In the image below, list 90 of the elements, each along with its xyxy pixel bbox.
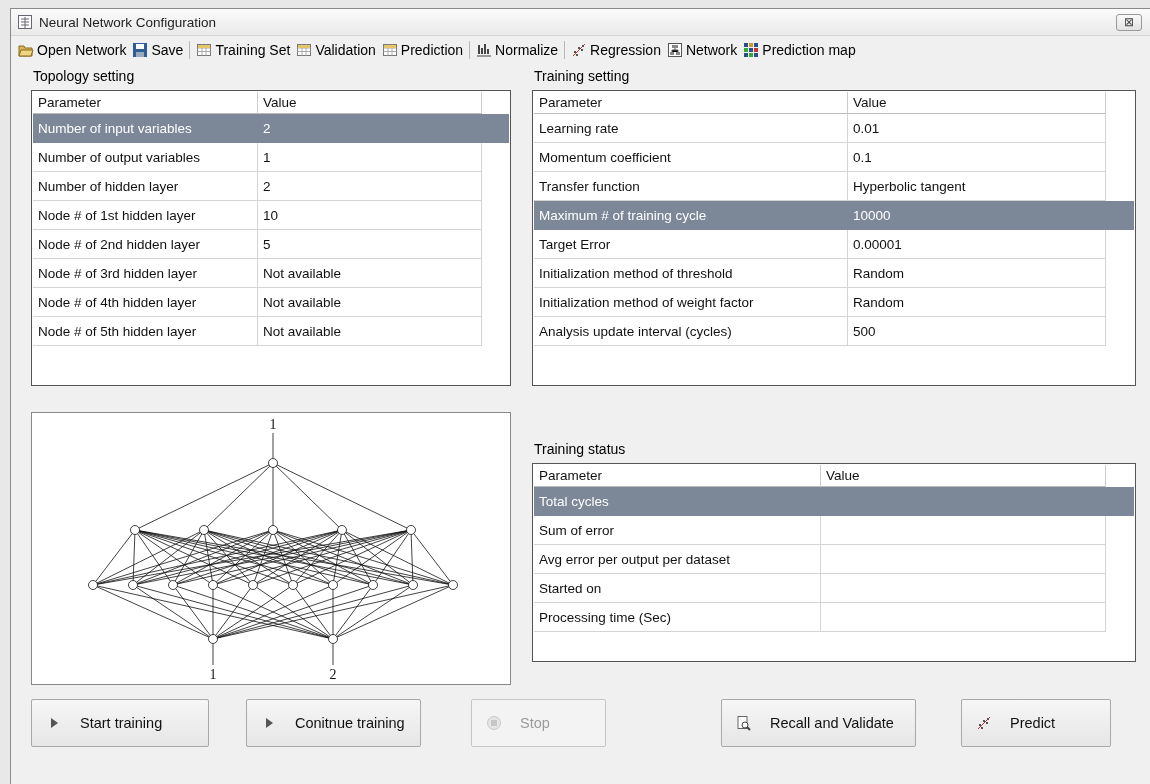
toolbar-button[interactable]: Open Network bbox=[15, 40, 130, 60]
table-cell: Random bbox=[848, 288, 1106, 317]
toolbar-button[interactable]: Normalize bbox=[473, 40, 562, 60]
table-cell: Node # of 5th hidden layer bbox=[33, 317, 258, 346]
table-cell: Maximum # of training cycle bbox=[534, 201, 848, 230]
node-label: 1 bbox=[269, 417, 277, 432]
magnifier-icon bbox=[736, 715, 752, 731]
grid-icon bbox=[381, 42, 398, 58]
table-cell: Node # of 4th hidden layer bbox=[33, 288, 258, 317]
close-button[interactable]: ⊠ bbox=[1116, 13, 1142, 31]
table-cell: Node # of 3rd hidden layer bbox=[33, 259, 258, 288]
table-row[interactable]: Analysis update interval (cycles) 500 bbox=[534, 317, 1134, 346]
table-cell: Node # of 1st hidden layer bbox=[33, 201, 258, 230]
table-cell: 0.01 bbox=[848, 114, 1106, 143]
table-cell: 500 bbox=[848, 317, 1106, 346]
table-row[interactable]: Started on bbox=[534, 574, 1134, 603]
table-cell: Target Error bbox=[534, 230, 848, 259]
table-cell: Number of output variables bbox=[33, 143, 258, 172]
table-cell: 2 bbox=[258, 114, 482, 143]
bar-chart-icon bbox=[476, 42, 493, 58]
section-title: Training setting bbox=[534, 68, 631, 84]
table-cell: Total cycles bbox=[534, 487, 821, 516]
stop-icon bbox=[486, 715, 502, 731]
column-header[interactable]: Value bbox=[848, 92, 1106, 114]
network-icon bbox=[666, 42, 683, 58]
table-row[interactable]: Number of output variables 1 bbox=[33, 143, 509, 172]
table-cell: Momentum coefficient bbox=[534, 143, 848, 172]
table-row[interactable]: Sum of error bbox=[534, 516, 1134, 545]
table-cell: Number of hidden layer bbox=[33, 172, 258, 201]
table-cell: 2 bbox=[258, 172, 482, 201]
table-row[interactable]: Node # of 1st hidden layer 10 bbox=[33, 201, 509, 230]
table-row[interactable]: Avg error per output per dataset bbox=[534, 545, 1134, 574]
scatter-icon bbox=[571, 42, 588, 58]
table-cell: Processing time (Sec) bbox=[534, 603, 821, 632]
scatter-icon bbox=[976, 715, 992, 731]
table-cell: Not available bbox=[258, 288, 482, 317]
table-cell: 0.1 bbox=[848, 143, 1106, 172]
toolbar-button[interactable]: Save bbox=[129, 40, 187, 60]
folder-icon bbox=[18, 42, 34, 58]
grid-icon bbox=[296, 42, 313, 58]
table-row[interactable]: Node # of 5th hidden layer Not available bbox=[33, 317, 509, 346]
toolbar-button[interactable]: Network bbox=[663, 40, 741, 60]
action-button[interactable]: Recall and Validate bbox=[721, 699, 916, 747]
selected-row[interactable]: Maximum # of training cycle 10000 bbox=[534, 201, 1134, 230]
table-cell: 1 bbox=[258, 143, 482, 172]
table-row[interactable]: Node # of 3rd hidden layer Not available bbox=[33, 259, 509, 288]
table-row[interactable]: Momentum coefficient 0.1 bbox=[534, 143, 1134, 172]
table-cell: Not available bbox=[258, 259, 482, 288]
table-cell: 5 bbox=[258, 230, 482, 259]
table-row[interactable]: Initialization method of threshold Random bbox=[534, 259, 1134, 288]
table-cell: Initialization method of weight factor bbox=[534, 288, 848, 317]
column-header[interactable]: Parameter bbox=[534, 92, 848, 114]
toolbar-button[interactable]: Prediction bbox=[378, 40, 467, 60]
node-label: 2 bbox=[329, 667, 337, 682]
node-label: 1 bbox=[209, 667, 217, 682]
section-title: Training status bbox=[534, 441, 627, 457]
table-cell: 10000 bbox=[848, 201, 1106, 230]
section-title: Topology setting bbox=[33, 68, 136, 84]
table-row[interactable]: Number of hidden layer 2 bbox=[33, 172, 509, 201]
table-cell: Node # of 2nd hidden layer bbox=[33, 230, 258, 259]
table-row[interactable]: Node # of 2nd hidden layer 5 bbox=[33, 230, 509, 259]
toolbar-button[interactable]: Training Set bbox=[193, 40, 294, 60]
table-cell: Not available bbox=[258, 317, 482, 346]
table-cell: Started on bbox=[534, 574, 821, 603]
action-button[interactable]: Predict bbox=[961, 699, 1111, 747]
table-cell: Random bbox=[848, 259, 1106, 288]
table-cell: Learning rate bbox=[534, 114, 848, 143]
selected-row[interactable]: Total cycles bbox=[534, 487, 1134, 516]
table-row[interactable]: Initialization method of weight factor Random bbox=[534, 288, 1134, 317]
app-icon bbox=[17, 14, 33, 30]
toolbar-button[interactable]: Prediction map bbox=[740, 40, 859, 60]
toolbar-button[interactable]: Regression bbox=[568, 40, 664, 60]
toolbar-button[interactable]: Validation bbox=[293, 40, 379, 60]
table-row[interactable]: Learning rate 0.01 bbox=[534, 114, 1134, 143]
table-cell: 0.00001 bbox=[848, 230, 1106, 259]
table-cell: Avg error per output per dataset bbox=[534, 545, 821, 574]
window-title: Neural Network Configuration bbox=[39, 14, 218, 30]
table-cell: 10 bbox=[258, 201, 482, 230]
table-row[interactable]: Processing time (Sec) bbox=[534, 603, 1134, 632]
table-cell: Sum of error bbox=[534, 516, 821, 545]
grid-icon bbox=[196, 42, 213, 58]
tiles-icon bbox=[743, 42, 760, 58]
table-row[interactable]: Node # of 4th hidden layer Not available bbox=[33, 288, 509, 317]
table-cell: Initialization method of threshold bbox=[534, 259, 848, 288]
action-button[interactable]: Conitnue training bbox=[246, 699, 421, 747]
selected-row[interactable]: Number of input variables 2 bbox=[33, 114, 509, 143]
action-button[interactable]: Start training bbox=[31, 699, 209, 747]
table-row[interactable]: Target Error 0.00001 bbox=[534, 230, 1134, 259]
table-cell: Number of input variables bbox=[33, 114, 258, 143]
table-cell: Analysis update interval (cycles) bbox=[534, 317, 848, 346]
